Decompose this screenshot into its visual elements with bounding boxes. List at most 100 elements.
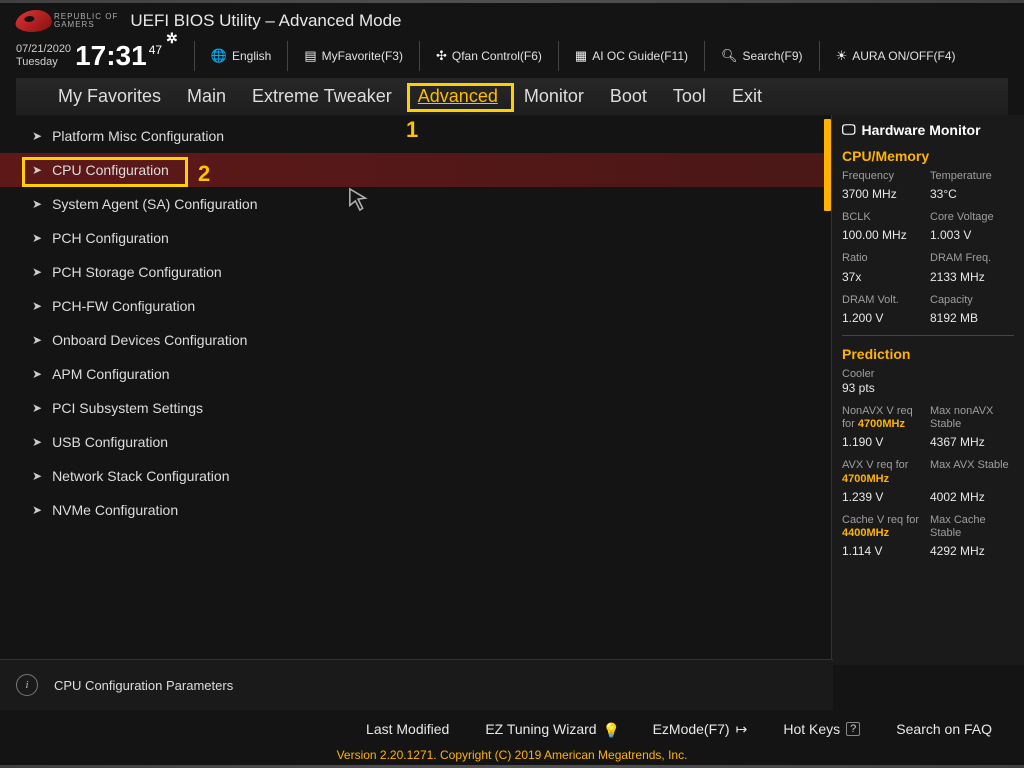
menu-list: ➤ Platform Misc Configuration ➤ CPU Configu… xyxy=(0,115,831,531)
chevron-right-icon: ➤ xyxy=(32,299,42,313)
cooler-value: 93 pts xyxy=(842,381,1014,395)
menu-item-pch-configuration[interactable]: ➤PCH Configuration xyxy=(0,221,831,255)
time-hm: 17:31 xyxy=(75,40,147,72)
tab-extreme-tweaker[interactable]: Extreme Tweaker xyxy=(252,86,392,107)
cpu-memory-title: CPU/Memory xyxy=(842,148,1014,164)
menu-item-label: PCI Subsystem Settings xyxy=(52,400,203,416)
aura-icon: ☀ xyxy=(836,48,848,64)
ez-mode-button[interactable]: EzMode(F7)↦ xyxy=(653,721,748,738)
menu-item-label: Network Stack Configuration xyxy=(52,468,229,484)
tab-main[interactable]: Main xyxy=(187,86,226,107)
tab-exit[interactable]: Exit xyxy=(732,86,762,107)
search-icon: 🔍︎ xyxy=(721,48,738,64)
scrollbar-thumb[interactable] xyxy=(824,119,831,211)
tab-boot[interactable]: Boot xyxy=(610,86,647,107)
chevron-right-icon: ➤ xyxy=(32,231,42,245)
ez-tuning-button[interactable]: EZ Tuning Wizard💡 xyxy=(485,721,616,737)
chevron-right-icon: ➤ xyxy=(32,129,42,143)
pred-value: 1.190 V xyxy=(842,435,926,449)
menu-item-onboard-devices-configuration[interactable]: ➤Onboard Devices Configuration xyxy=(0,323,831,357)
day-text: Tuesday xyxy=(16,56,71,69)
stat-value: 1.200 V xyxy=(842,311,926,325)
menu-item-label: PCH-FW Configuration xyxy=(52,298,195,314)
stat-label: Capacity xyxy=(930,294,1014,307)
chevron-right-icon: ➤ xyxy=(32,265,42,279)
tab-tool[interactable]: Tool xyxy=(673,86,706,107)
time-seconds: 47 xyxy=(149,43,162,57)
chevron-right-icon: ➤ xyxy=(32,367,42,381)
tab-my-favorites[interactable]: My Favorites xyxy=(58,86,161,107)
tab-monitor[interactable]: Monitor xyxy=(524,86,584,107)
chevron-right-icon: ➤ xyxy=(32,197,42,211)
aura-button[interactable]: ☀AURA ON/OFF(F4) xyxy=(836,48,956,64)
fan-icon: ✣ xyxy=(436,48,447,64)
prediction-title: Prediction xyxy=(842,346,1014,362)
pred-value: 4002 MHz xyxy=(930,490,1014,504)
stat-label: DRAM Volt. xyxy=(842,294,926,307)
stat-value: 2133 MHz xyxy=(930,270,1014,284)
menu-item-cpu-configuration[interactable]: ➤ CPU Configuration xyxy=(0,153,831,187)
pred-label: NonAVX V req for 4700MHz xyxy=(842,405,926,431)
search-faq-button[interactable]: Search on FAQ xyxy=(896,721,992,737)
clock-settings-icon[interactable]: ✲ xyxy=(166,30,178,47)
aioc-button[interactable]: ▦AI OC Guide(F11) xyxy=(575,48,688,64)
menu-item-system-agent-sa-configuration[interactable]: ➤ System Agent (SA) Configuration xyxy=(0,187,831,221)
monitor-icon: 🖵 xyxy=(842,121,856,138)
pred-value: 4367 MHz xyxy=(930,435,1014,449)
menu-item-network-stack-configuration[interactable]: ➤ Network Stack Configuration xyxy=(0,459,831,493)
stat-label: Frequency xyxy=(842,170,926,183)
pred-label: Max Cache Stable xyxy=(930,514,1014,540)
pred-value: 4292 MHz xyxy=(930,544,1014,558)
exit-icon: ↦ xyxy=(736,721,748,738)
chevron-right-icon: ➤ xyxy=(32,163,42,177)
stat-value: 8192 MB xyxy=(930,311,1014,325)
cooler-label: Cooler xyxy=(842,368,1014,381)
stat-label: Core Voltage xyxy=(930,211,1014,224)
menu-item-platform-misc-configuration[interactable]: ➤ Platform Misc Configuration xyxy=(0,119,831,153)
menu-item-pci-subsystem-settings[interactable]: ➤PCI Subsystem Settings xyxy=(0,391,831,425)
chevron-right-icon: ➤ xyxy=(32,469,42,483)
qfan-button[interactable]: ✣Qfan Control(F6) xyxy=(436,48,542,64)
stat-label: DRAM Freq. xyxy=(930,252,1014,265)
hardware-monitor-header: 🖵 Hardware Monitor xyxy=(842,121,1014,138)
pred-value: 1.239 V xyxy=(842,490,926,504)
favorite-icon: ▤ xyxy=(304,48,316,64)
menu-item-label: NVMe Configuration xyxy=(52,502,178,518)
page-title: UEFI BIOS Utility – Advanced Mode xyxy=(130,11,401,31)
menu-item-label: CPU Configuration xyxy=(52,162,169,178)
annotation-number-2: 2 xyxy=(198,161,210,187)
menu-item-pch-storage-configuration[interactable]: ➤ PCH Storage Configuration xyxy=(0,255,831,289)
myfavorite-button[interactable]: ▤MyFavorite(F3) xyxy=(304,48,403,64)
menu-item-label: PCH Storage Configuration xyxy=(52,264,222,280)
tab-bar: My Favorites Main Extreme Tweaker Advanced M… xyxy=(16,78,1008,115)
language-button[interactable]: 🌐English xyxy=(211,48,272,64)
pred-label: AVX V req for 4700MHz xyxy=(842,459,926,485)
chevron-right-icon: ➤ xyxy=(32,503,42,517)
help-bar: i CPU Configuration Parameters xyxy=(0,659,833,710)
menu-item-label: APM Configuration xyxy=(52,366,170,382)
stat-label: Ratio xyxy=(842,252,926,265)
menu-item-label: Platform Misc Configuration xyxy=(52,128,224,144)
stat-value: 37x xyxy=(842,270,926,284)
menu-item-label: System Agent (SA) Configuration xyxy=(52,196,257,212)
tab-advanced[interactable]: Advanced xyxy=(418,86,498,107)
pred-label: Cache V req for 4400MHz xyxy=(842,514,926,540)
clock-block: 07/21/2020 Tuesday 17:31 47 ✲ xyxy=(16,40,178,72)
question-key-icon: ? xyxy=(846,722,860,736)
chevron-right-icon: ➤ xyxy=(32,435,42,449)
pred-label: Max nonAVX Stable xyxy=(930,405,1014,431)
info-icon: i xyxy=(16,674,38,696)
stat-label: Temperature xyxy=(930,170,1014,183)
pred-label: Max AVX Stable xyxy=(930,459,1014,485)
menu-item-label: Onboard Devices Configuration xyxy=(52,332,247,348)
menu-item-apm-configuration[interactable]: ➤ APM Configuration xyxy=(0,357,831,391)
date-text: 07/21/2020 xyxy=(16,43,71,56)
menu-item-pch-fw-configuration[interactable]: ➤ PCH-FW Configuration xyxy=(0,289,831,323)
menu-item-nvme-configuration[interactable]: ➤ NVMe Configuration xyxy=(0,493,831,527)
hot-keys-button[interactable]: Hot Keys? xyxy=(783,721,860,737)
menu-item-usb-configuration[interactable]: ➤USB Configuration xyxy=(0,425,831,459)
last-modified-button[interactable]: Last Modified xyxy=(366,721,449,737)
rog-logo: REPUBLIC OF GAMERS xyxy=(16,10,118,32)
pred-value: 1.114 V xyxy=(842,544,926,558)
search-button[interactable]: 🔍︎Search(F9) xyxy=(721,48,803,64)
